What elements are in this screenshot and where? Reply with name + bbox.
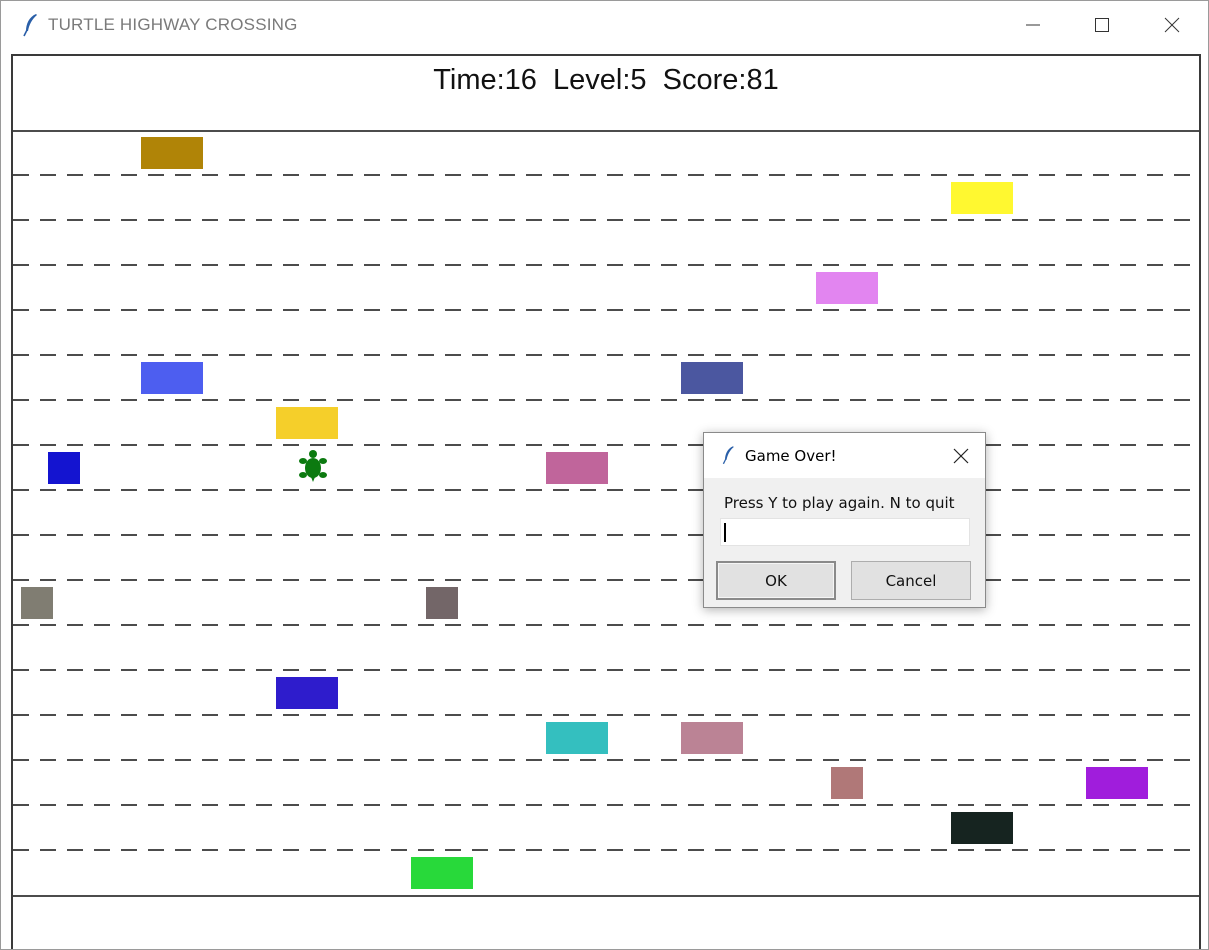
title-bar[interactable]: TURTLE HIGHWAY CROSSING [1,1,1208,49]
car [831,767,863,799]
car [48,452,80,484]
car [21,587,53,619]
text-caret [724,523,726,542]
turtle-icon [299,450,327,482]
dialog-title-bar[interactable]: Game Over! [704,433,985,478]
minimize-button[interactable] [1010,5,1056,45]
car [681,722,743,754]
feather-icon [21,12,41,38]
car [951,812,1013,844]
window-title: TURTLE HIGHWAY CROSSING [48,15,298,34]
car [426,587,458,619]
car [546,722,608,754]
game-canvas[interactable]: Time:16 Level:5 Score:81 [11,54,1201,949]
dialog-close-icon[interactable] [950,445,972,467]
dialog-title: Game Over! [745,447,837,465]
car [546,452,608,484]
dialog-prompt: Press Y to play again. N to quit [724,494,955,512]
app-window: TURTLE HIGHWAY CROSSING Time:16 Level:5 … [0,0,1209,950]
car [276,677,338,709]
car [951,182,1013,214]
answer-input[interactable] [720,518,970,546]
game-over-dialog: Game Over! Press Y to play again. N to q… [703,432,986,608]
car [681,362,743,394]
car [816,272,878,304]
car [141,362,203,394]
feather-icon [721,444,737,466]
car [411,857,473,889]
close-button[interactable] [1149,5,1195,45]
car [1086,767,1148,799]
highway [13,130,1199,897]
car [141,137,203,169]
maximize-button[interactable] [1079,5,1125,45]
cancel-button[interactable]: Cancel [851,561,971,600]
car [276,407,338,439]
scoreboard: Time:16 Level:5 Score:81 [433,64,779,96]
ok-button[interactable]: OK [716,561,836,600]
